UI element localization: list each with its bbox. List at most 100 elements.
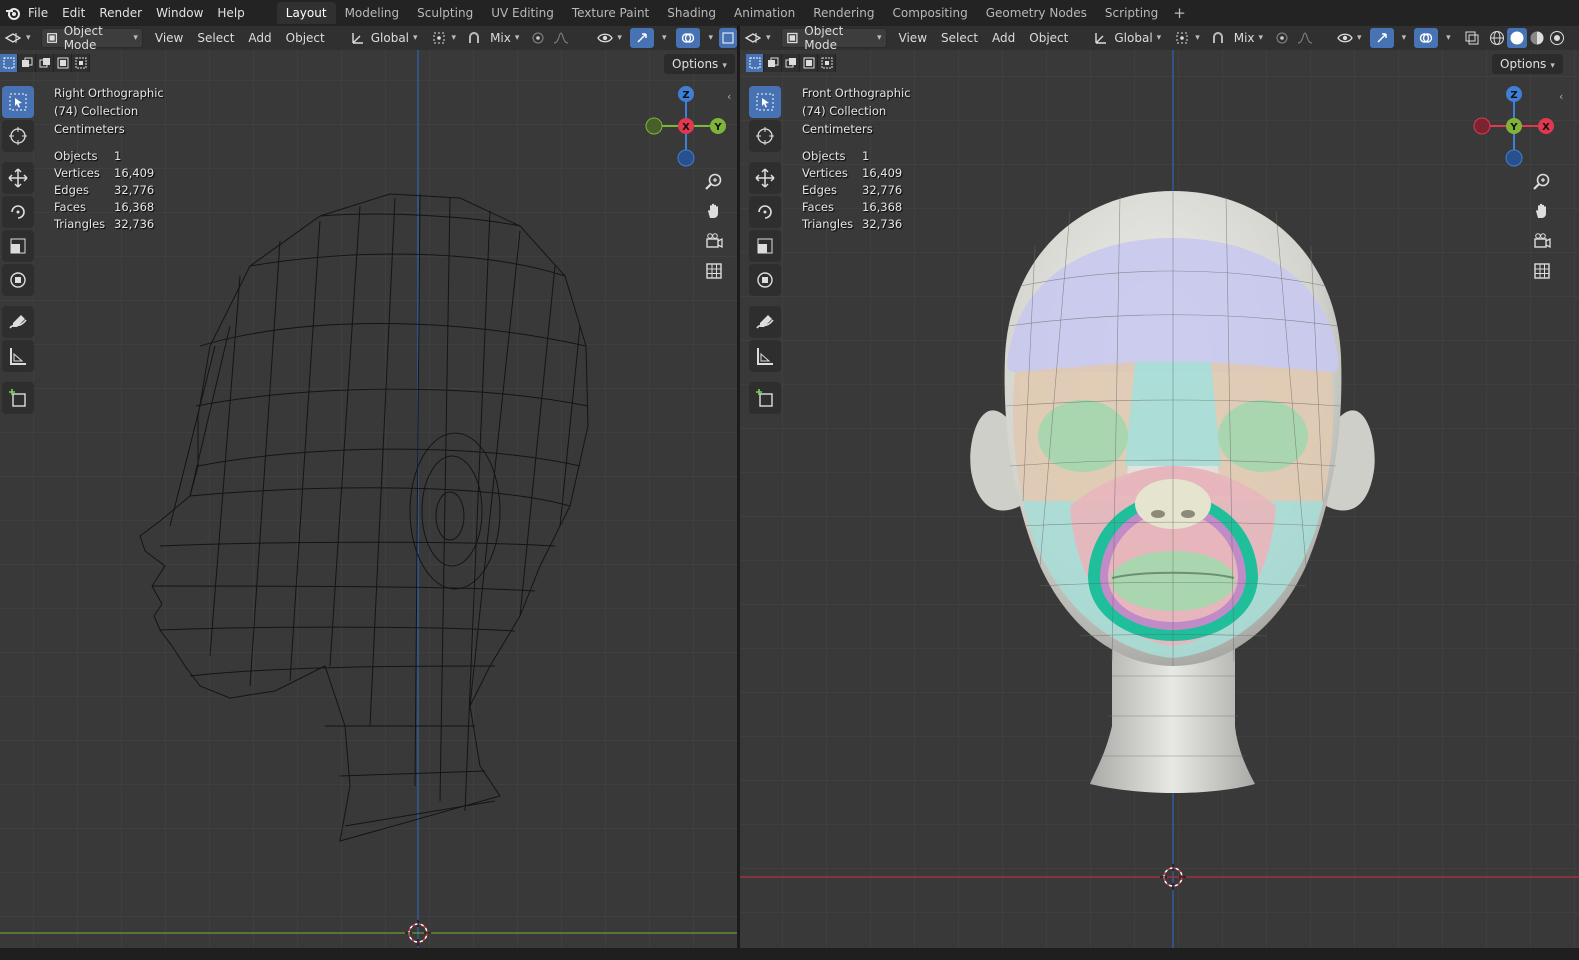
tab-compositing[interactable]: Compositing (883, 2, 976, 24)
pivot-point-dropdown[interactable]: ▾ (428, 28, 461, 48)
ortho-grid-icon[interactable] (701, 258, 727, 284)
tab-sculpting[interactable]: Sculpting (408, 2, 482, 24)
shading-wireframe-button[interactable] (1487, 28, 1507, 48)
mode-dropdown[interactable]: Object Mode ▾ (780, 26, 887, 52)
menu-view[interactable]: View (895, 28, 931, 48)
menu-render[interactable]: Render (95, 1, 152, 25)
menu-object[interactable]: Object (282, 28, 329, 48)
snap-toggle[interactable] (1206, 28, 1230, 48)
proportional-edit-toggle[interactable] (527, 28, 549, 48)
navigation-gizmo[interactable]: Z Y X (642, 84, 732, 174)
pan-hand-icon[interactable] (1529, 198, 1555, 224)
rotate-tool[interactable] (749, 196, 781, 228)
snap-toggle[interactable] (462, 28, 486, 48)
menu-view[interactable]: View (151, 28, 187, 48)
add-workspace-button[interactable]: + (1167, 4, 1192, 22)
shading-material-button[interactable] (1527, 28, 1547, 48)
tab-scripting[interactable]: Scripting (1096, 2, 1167, 24)
tab-geometry-nodes[interactable]: Geometry Nodes (977, 2, 1096, 24)
orientation-dropdown[interactable]: Global ▾ (347, 28, 422, 48)
xray-toggle[interactable] (1461, 28, 1483, 48)
zoom-icon[interactable] (1529, 168, 1555, 194)
menu-edit[interactable]: Edit (58, 1, 95, 25)
tab-rendering[interactable]: Rendering (804, 2, 883, 24)
gizmo-toggle[interactable] (1369, 28, 1394, 48)
navigation-gizmo[interactable]: Z X Y (1470, 84, 1560, 174)
scale-tool[interactable] (749, 230, 781, 262)
overlay-dropdown[interactable]: ▾ (1438, 28, 1455, 48)
sidebar-toggle-arrow[interactable]: ‹ (727, 90, 731, 103)
rotate-tool[interactable] (2, 196, 34, 228)
annotate-tool[interactable] (749, 306, 781, 338)
pivot-point-dropdown[interactable]: ▾ (1171, 28, 1204, 48)
select-box-tool[interactable] (2, 86, 34, 118)
proportional-edit-toggle[interactable] (1271, 28, 1293, 48)
proportional-mix-dropdown[interactable]: Mix ▾ (486, 28, 523, 48)
tab-layout[interactable]: Layout (276, 2, 336, 24)
measure-tool[interactable] (749, 340, 781, 372)
camera-view-icon[interactable] (701, 228, 727, 254)
overlay-toggle[interactable] (1414, 28, 1439, 48)
visibility-dropdown[interactable]: ▾ (593, 28, 626, 48)
scale-tool[interactable] (2, 230, 34, 262)
3d-cursor-icon[interactable] (404, 919, 432, 947)
select-invert-icon[interactable] (54, 54, 72, 72)
overlay-toggle[interactable] (676, 28, 701, 48)
options-button[interactable]: Options ▾ (1492, 54, 1563, 74)
add-cube-tool[interactable] (749, 382, 781, 414)
blender-logo-icon[interactable] (2, 2, 24, 24)
add-cube-tool[interactable] (2, 382, 34, 414)
editor-type-button[interactable]: ▾ (740, 28, 775, 48)
shading-solid-button[interactable] (1506, 28, 1527, 48)
falloff-dropdown[interactable] (549, 28, 573, 48)
menu-add[interactable]: Add (244, 28, 275, 48)
viewport-left[interactable]: ▾ Object Mode ▾ View Select Add Object Gl… (0, 26, 737, 948)
measure-tool[interactable] (2, 340, 34, 372)
visibility-dropdown[interactable]: ▾ (1333, 28, 1366, 48)
select-subtract-icon[interactable] (36, 54, 54, 72)
menu-select[interactable]: Select (193, 28, 238, 48)
menu-help[interactable]: Help (213, 1, 254, 25)
select-invert-icon[interactable] (800, 54, 818, 72)
mode-dropdown[interactable]: Object Mode ▾ (40, 26, 143, 52)
3d-cursor-icon[interactable] (1159, 863, 1187, 891)
shading-rendered-button[interactable] (1547, 28, 1567, 48)
proportional-mix-dropdown[interactable]: Mix ▾ (1230, 28, 1267, 48)
select-intersect-icon[interactable] (818, 54, 836, 72)
menu-window[interactable]: Window (152, 1, 213, 25)
zoom-icon[interactable] (701, 168, 727, 194)
move-tool[interactable] (749, 162, 781, 194)
annotate-tool[interactable] (2, 306, 34, 338)
menu-select[interactable]: Select (937, 28, 982, 48)
menu-object[interactable]: Object (1025, 28, 1072, 48)
tab-animation[interactable]: Animation (725, 2, 804, 24)
menu-file[interactable]: File (24, 1, 58, 25)
editor-type-button[interactable]: ▾ (0, 28, 35, 48)
overlay-dropdown[interactable]: ▾ (700, 28, 717, 48)
tab-uv-editing[interactable]: UV Editing (482, 2, 563, 24)
gizmo-toggle[interactable] (629, 28, 654, 48)
viewport-right[interactable]: ▾ Object Mode ▾ View Select Add Object Gl… (740, 26, 1579, 948)
select-intersect-icon[interactable] (72, 54, 90, 72)
pan-hand-icon[interactable] (701, 198, 727, 224)
move-tool[interactable] (2, 162, 34, 194)
transform-tool[interactable] (2, 264, 34, 296)
camera-view-icon[interactable] (1529, 228, 1555, 254)
transform-tool[interactable] (749, 264, 781, 296)
tab-modeling[interactable]: Modeling (336, 2, 409, 24)
falloff-dropdown[interactable] (1293, 28, 1317, 48)
select-new-icon[interactable] (746, 54, 764, 72)
tab-texture-paint[interactable]: Texture Paint (563, 2, 658, 24)
orientation-dropdown[interactable]: Global ▾ (1090, 28, 1165, 48)
select-extend-icon[interactable] (764, 54, 782, 72)
cursor-tool[interactable] (2, 120, 34, 152)
menu-add[interactable]: Add (988, 28, 1019, 48)
select-box-tool[interactable] (749, 86, 781, 118)
select-extend-icon[interactable] (18, 54, 36, 72)
cursor-tool[interactable] (749, 120, 781, 152)
options-button[interactable]: Options ▾ (664, 54, 735, 74)
gizmo-dropdown[interactable]: ▾ (654, 28, 671, 48)
gizmo-dropdown[interactable]: ▾ (1394, 28, 1411, 48)
xray-toggle[interactable] (719, 28, 737, 48)
tab-shading[interactable]: Shading (658, 2, 725, 24)
